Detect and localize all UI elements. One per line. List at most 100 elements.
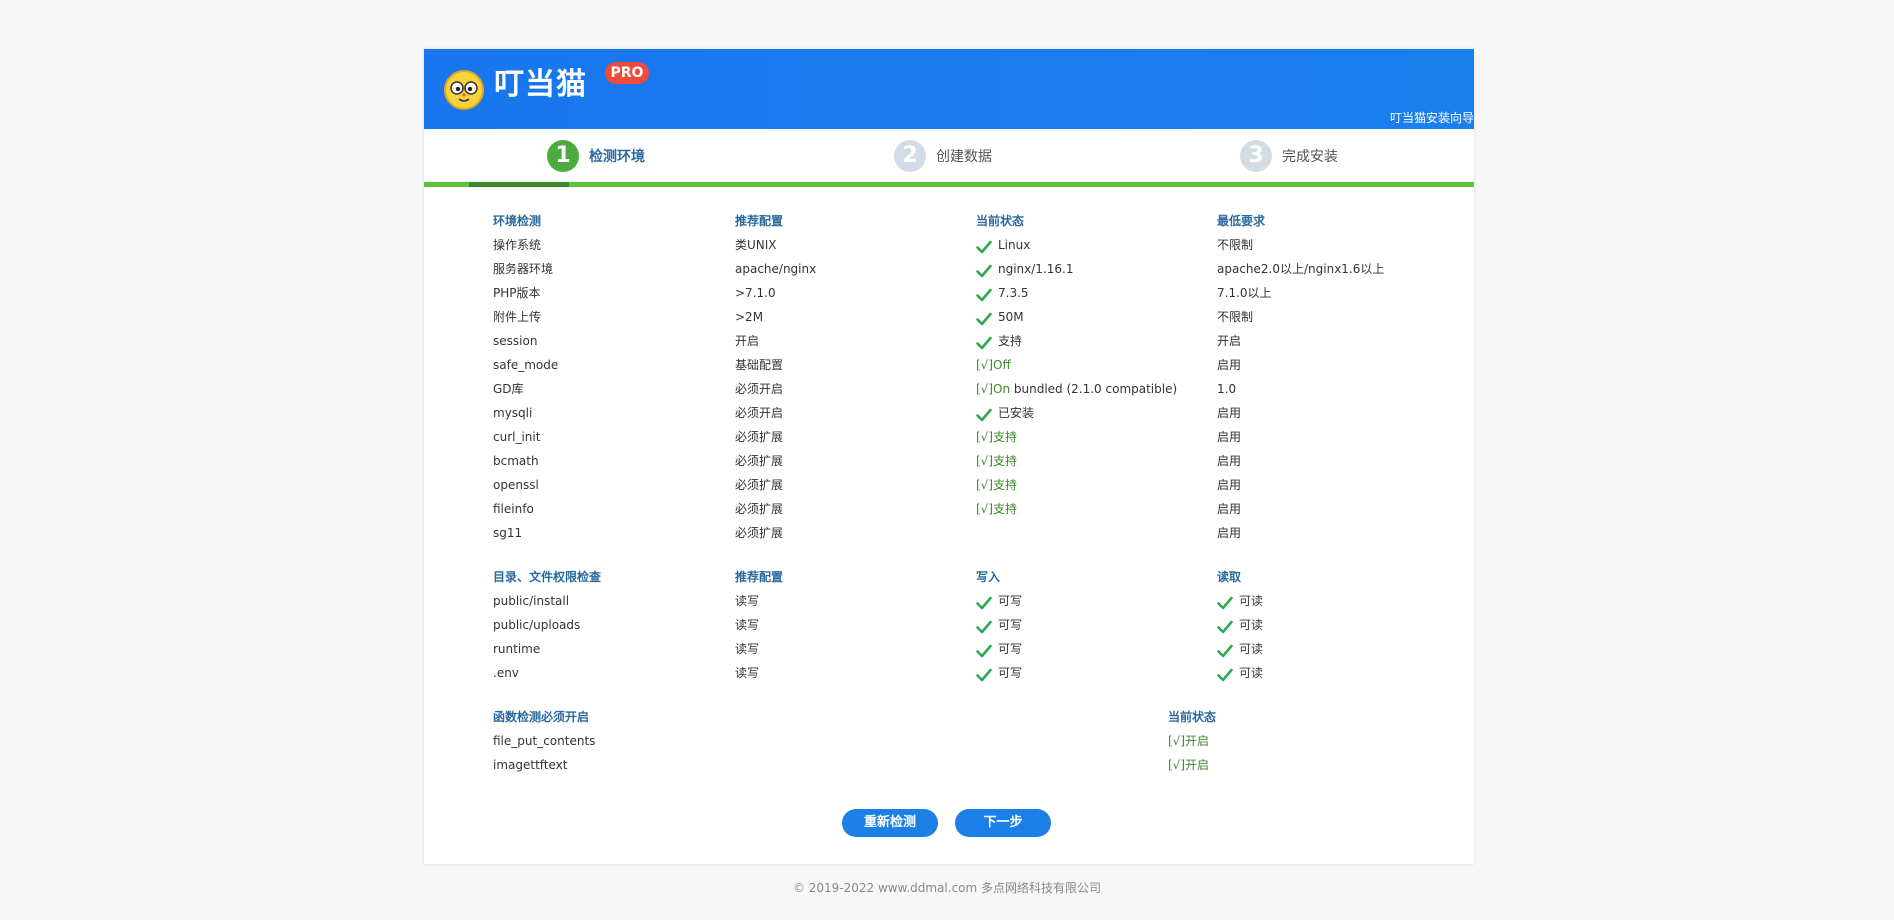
env-row: 操作系统 类UNIX Linux 不限制 — [493, 233, 1433, 257]
dir-write-status-text: 可写 — [998, 666, 1023, 680]
env-row: bcmath 必须扩展 [√]支持 启用 — [493, 449, 1433, 473]
env-minimum: 1.0 — [1217, 382, 1237, 396]
dir-recommended: 读写 — [735, 666, 760, 680]
env-row: session 开启 支持 开启 — [493, 329, 1433, 353]
step-1-number: 1 — [547, 140, 579, 172]
env-check-section: 环境检测 推荐配置 当前状态 最低要求 操作系统 类UNIX Linux 不限制 服务器… — [493, 209, 1433, 545]
env-minimum: 启用 — [1217, 406, 1242, 420]
env-recommended: 必须扩展 — [735, 430, 784, 444]
dir-header-row: 目录、文件权限检查 推荐配置 写入 读取 — [493, 565, 1433, 589]
next-step-button[interactable]: 下一步 — [955, 809, 1051, 837]
env-name: bcmath — [493, 454, 539, 468]
func-row: file_put_contents [√]开启 — [493, 729, 1433, 753]
env-recommended: 开启 — [735, 334, 760, 348]
env-name: mysqli — [493, 406, 533, 420]
check-icon — [976, 334, 992, 350]
env-status: [√]Off — [976, 358, 1011, 372]
env-row: sg11 必须扩展 启用 — [493, 521, 1433, 545]
check-icon — [976, 238, 992, 254]
dir-read-status-text: 可读 — [1239, 594, 1264, 608]
env-recommended: >2M — [735, 310, 764, 324]
env-minimum: 启用 — [1217, 478, 1242, 492]
dir-write-status: 可写 — [976, 637, 1022, 661]
env-minimum: 启用 — [1217, 358, 1242, 372]
func-header-name: 函数检测必须开启 — [493, 710, 590, 724]
action-buttons: 重新检测 下一步 — [424, 809, 1474, 837]
step-2: 2 创建数据 — [894, 139, 992, 173]
pro-badge: PRO — [605, 62, 649, 84]
env-status: [√]支持 — [976, 502, 1018, 516]
env-name: 服务器环境 — [493, 262, 554, 276]
env-status: [√]支持 — [976, 430, 1018, 444]
env-status: [√]支持 — [976, 454, 1018, 468]
dir-recommended: 读写 — [735, 594, 760, 608]
env-name: fileinfo — [493, 502, 534, 516]
brand-name: 叮当猫 — [494, 67, 587, 102]
env-minimum: 不限制 — [1217, 238, 1254, 252]
dir-path: public/install — [493, 594, 570, 608]
check-icon — [976, 262, 992, 278]
step-indicator: 1 检测环境 2 创建数据 3 完成安装 — [424, 129, 1474, 189]
env-header-current: 当前状态 — [976, 214, 1025, 228]
check-icon — [1217, 642, 1233, 658]
dir-row: public/install 读写 可写 可读 — [493, 589, 1433, 613]
env-status-text: 支持 — [998, 334, 1023, 348]
progress-bar — [424, 182, 1474, 187]
check-icon — [976, 666, 992, 682]
env-status: 50M — [976, 305, 1024, 329]
check-icon — [1217, 666, 1233, 682]
dir-read-status: 可读 — [1217, 637, 1263, 661]
func-header-status: 当前状态 — [1168, 710, 1217, 724]
function-check-section: 函数检测必须开启 当前状态 file_put_contents [√]开启 imag… — [493, 705, 1433, 777]
step-3-label: 完成安装 — [1282, 149, 1338, 165]
env-status: [√]支持 — [976, 478, 1018, 492]
env-row: GD库 必须开启 [√]On bundled (2.1.0 compatible) 1… — [493, 377, 1433, 401]
env-recommended: >7.1.0 — [735, 286, 776, 300]
env-status-text: Linux — [998, 238, 1031, 252]
env-status-text: 50M — [998, 310, 1024, 324]
dir-header-path: 目录、文件权限检查 — [493, 570, 602, 584]
env-status: nginx/1.16.1 — [976, 257, 1073, 281]
dir-path: runtime — [493, 642, 541, 656]
dir-read-status-text: 可读 — [1239, 642, 1264, 656]
env-recommended: 必须开启 — [735, 382, 784, 396]
env-status: 已安装 — [976, 401, 1034, 425]
footer-copyright: © 2019-2022 www.ddmal.com 多点网络科技有限公司 — [792, 881, 1102, 895]
dir-header-read: 读取 — [1217, 570, 1242, 584]
check-icon — [976, 310, 992, 326]
dir-path: .env — [493, 666, 519, 680]
func-name: file_put_contents — [493, 734, 596, 748]
dir-write-status-text: 可写 — [998, 594, 1023, 608]
dir-permission-section: 目录、文件权限检查 推荐配置 写入 读取 public/install 读写 可写可… — [493, 565, 1433, 685]
env-status: Linux — [976, 233, 1030, 257]
env-name: sg11 — [493, 526, 523, 540]
dir-write-status-text: 可写 — [998, 618, 1023, 632]
env-name: curl_init — [493, 430, 541, 444]
env-header-check: 环境检测 — [493, 214, 542, 228]
env-header-recommended: 推荐配置 — [735, 214, 784, 228]
env-name: GD库 — [493, 382, 524, 396]
env-minimum: 启用 — [1217, 502, 1242, 516]
dir-path: public/uploads — [493, 618, 581, 632]
step-1-label: 检测环境 — [589, 149, 645, 165]
env-name: session — [493, 334, 538, 348]
step-1: 1 检测环境 — [547, 139, 645, 173]
recheck-button[interactable]: 重新检测 — [842, 809, 938, 837]
env-row: PHP版本 >7.1.0 7.3.5 7.1.0以上 — [493, 281, 1433, 305]
env-name: 附件上传 — [493, 310, 542, 324]
env-recommended: 类UNIX — [735, 238, 777, 252]
env-status-text: 已安装 — [998, 406, 1035, 420]
dir-write-status: 可写 — [976, 661, 1022, 685]
func-status: [√]开启 — [1168, 734, 1210, 748]
env-header-minimum: 最低要求 — [1217, 214, 1266, 228]
cat-logo-icon — [444, 70, 484, 110]
dir-row: public/uploads 读写 可写 可读 — [493, 613, 1433, 637]
check-icon — [1217, 594, 1233, 610]
dir-write-status: 可写 — [976, 613, 1022, 637]
dir-row: .env 读写 可写 可读 — [493, 661, 1433, 685]
dir-read-status: 可读 — [1217, 589, 1263, 613]
env-recommended: 必须扩展 — [735, 526, 784, 540]
wizard-title: 叮当猫安装向导 — [1389, 111, 1474, 125]
dir-write-status: 可写 — [976, 589, 1022, 613]
dir-recommended: 读写 — [735, 618, 760, 632]
